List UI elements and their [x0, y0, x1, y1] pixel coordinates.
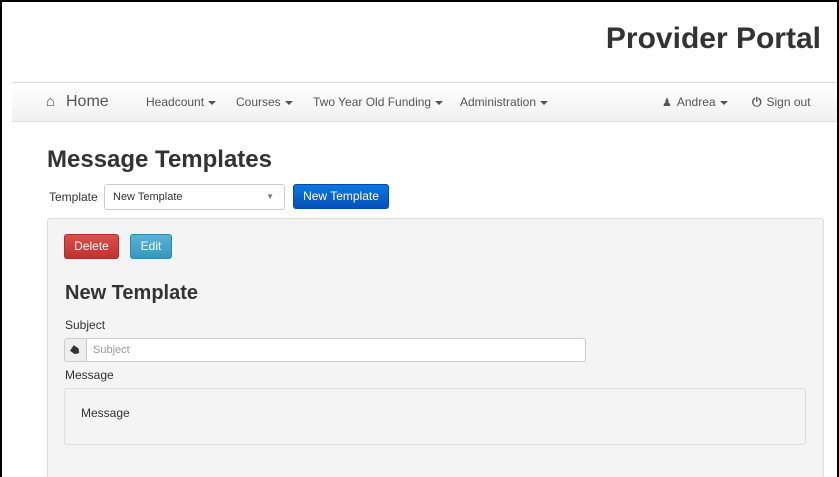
template-select[interactable]: New Template ▼: [104, 184, 285, 210]
top-navbar: ⌂ Home Headcount Courses Two Year Old Fun…: [12, 82, 837, 122]
subject-field-group: [64, 338, 586, 362]
nav-home-label: Home: [66, 93, 109, 110]
user-icon: ♟: [662, 97, 672, 109]
subject-label: Subject: [65, 318, 106, 332]
brand-header: Provider Portal: [2, 2, 837, 82]
template-title: New Template: [65, 282, 198, 304]
chevron-down-icon: [540, 100, 549, 105]
nav-two-year-old-funding-label: Two Year Old Funding: [313, 95, 432, 109]
nav-home[interactable]: ⌂ Home: [46, 83, 109, 121]
chevron-down-icon: [719, 100, 728, 105]
nav-courses[interactable]: Courses: [236, 83, 293, 121]
page-title: Message Templates: [47, 146, 272, 173]
message-label: Message: [65, 368, 114, 382]
template-select-value: New Template: [113, 191, 183, 203]
nav-user-menu[interactable]: ♟ Andrea: [662, 83, 728, 121]
edit-button[interactable]: Edit: [130, 234, 172, 259]
chevron-down-icon: [284, 100, 293, 105]
message-text: Message: [81, 406, 130, 420]
home-icon: ⌂: [46, 93, 56, 110]
nav-user-label: Andrea: [676, 95, 716, 109]
nav-courses-label: Courses: [236, 95, 281, 109]
delete-button[interactable]: Delete: [64, 234, 119, 259]
message-body[interactable]: Message: [64, 388, 806, 445]
nav-two-year-old-funding[interactable]: Two Year Old Funding: [313, 83, 444, 121]
nav-administration-label: Administration: [460, 95, 537, 109]
power-icon: ⏻: [752, 95, 762, 109]
chevron-down-icon: [435, 100, 444, 105]
template-label: Template: [49, 190, 98, 204]
chevron-down-icon: [208, 100, 217, 105]
subject-input[interactable]: [88, 339, 585, 361]
chevron-down-icon: ▼: [266, 192, 274, 201]
nav-headcount-label: Headcount: [146, 95, 205, 109]
tag-icon: [65, 339, 87, 361]
app-window: Provider Portal ⌂ Home Headcount Courses …: [0, 0, 839, 477]
nav-headcount[interactable]: Headcount: [146, 83, 217, 121]
brand-title: Provider Portal: [605, 22, 821, 55]
nav-administration[interactable]: Administration: [460, 83, 549, 121]
nav-sign-out[interactable]: ⏻ Sign out: [752, 83, 811, 121]
nav-sign-out-label: Sign out: [766, 95, 811, 109]
new-template-button[interactable]: New Template: [293, 184, 389, 209]
